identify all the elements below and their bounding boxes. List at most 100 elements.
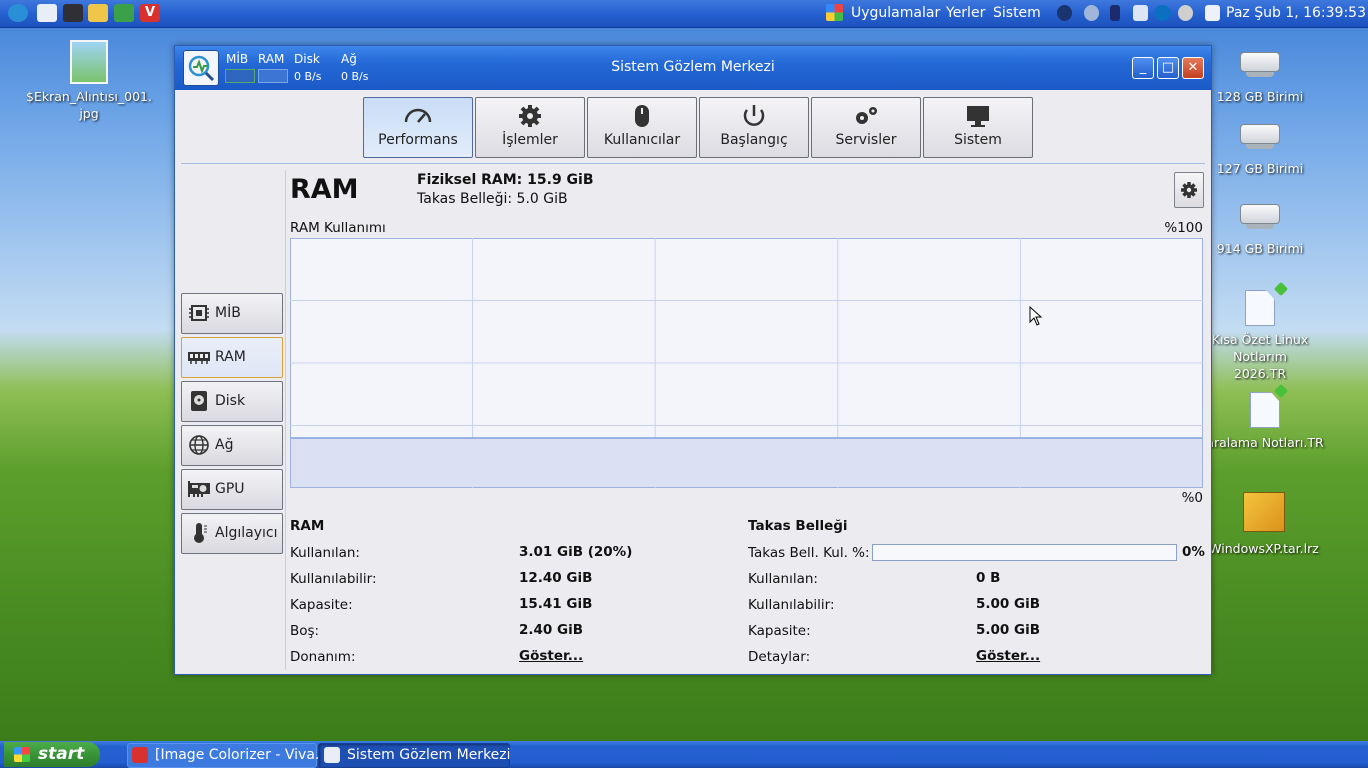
monitor-icon [967, 106, 989, 127]
swap-used-label: Kullanılan: [748, 571, 818, 587]
ram-free-label: Boş: [290, 623, 320, 639]
sidebar-item-disk[interactable]: Disk [181, 381, 283, 422]
menu-applications[interactable]: Uygulamalar [851, 5, 940, 21]
desktop-drive-128[interactable]: 128 GB Birimi [1212, 52, 1308, 105]
vivaldi-icon[interactable]: V [140, 4, 160, 22]
swap-usage-value: 0% [1182, 544, 1205, 560]
sidebar-item-ram[interactable]: RAM [181, 337, 283, 378]
settings-button[interactable] [1174, 172, 1204, 208]
globe-icon [189, 435, 209, 455]
tab-label: Kullanıcılar [603, 132, 681, 148]
swap-stats-heading: Takas Belleği [748, 518, 848, 534]
terminal-icon[interactable] [63, 4, 83, 22]
mouse-cursor-icon [1029, 306, 1043, 326]
battery-icon[interactable] [1110, 5, 1120, 21]
clock[interactable]: Paz Şub 1, 16:39:53 [1226, 5, 1366, 21]
tab-users[interactable]: Kullanıcılar [587, 97, 697, 158]
sidebar-item-sensors[interactable]: Algılayıcı [181, 513, 283, 554]
desktop-note-aralama[interactable]: aralama Notları.TR [1206, 383, 1324, 451]
tab-label: Performans [378, 132, 458, 148]
tab-label: Servisler [835, 132, 897, 148]
window-list-icon[interactable] [1133, 5, 1148, 21]
drive-icon [1240, 52, 1280, 77]
sidebar-item-cpu[interactable]: MİB [181, 293, 283, 334]
drive-label: 128 GB Birimi [1216, 89, 1304, 104]
ram-usage-graph [290, 238, 1203, 488]
taskbar-item-system-monitor[interactable]: Sistem Gözlem Merkezi [318, 743, 511, 768]
sidebar-item-network[interactable]: Ağ [181, 425, 283, 466]
tab-label: Başlangıç [720, 132, 788, 148]
tab-system[interactable]: Sistem [923, 97, 1033, 158]
drive-label: 914 GB Birimi [1216, 241, 1304, 256]
graph-min-label: %0 [1181, 490, 1203, 506]
tab-separator [181, 163, 1205, 164]
swap-details-link[interactable]: Göster... [976, 648, 1040, 664]
windows-logo-icon [14, 747, 30, 762]
start-button[interactable]: start [4, 742, 100, 767]
ram-hardware-label: Donanım: [290, 649, 356, 665]
image-file-icon [70, 40, 108, 84]
drive-icon [1240, 204, 1280, 229]
update-icon[interactable] [1084, 5, 1099, 21]
graph-title: RAM Kullanımı [290, 220, 386, 236]
sidebar-item-label: RAM [215, 349, 246, 365]
maximize-button[interactable]: □ [1157, 57, 1179, 79]
app-menu-icon[interactable] [8, 4, 28, 22]
tab-label: Sistem [954, 132, 1002, 148]
sidebar-item-label: Ağ [215, 437, 234, 453]
top-panel: V Uygulamalar Yerler Sistem Paz Şub 1, 1… [0, 0, 1368, 28]
system-monitor-window: MİB RAM Disk 0 B/s Ağ 0 B/s Sistem Gözle… [174, 45, 1212, 675]
swap-available-label: Kullanılabilir: [748, 597, 835, 613]
task-label: Sistem Gözlem Merkezi [347, 747, 511, 763]
swap-used-value: 0 B [976, 570, 1001, 586]
ram-hardware-link[interactable]: Göster... [519, 648, 583, 664]
desktop-drive-914[interactable]: 914 GB Birimi [1212, 204, 1308, 257]
network-icon[interactable] [1057, 5, 1072, 21]
tab-startup[interactable]: Başlangıç [699, 97, 809, 158]
calendar-icon[interactable] [1205, 5, 1220, 21]
swap-capacity-label: Kapasite: [748, 623, 811, 639]
taskbar: start [Image Colorizer - Viva... Sistem … [0, 741, 1368, 768]
device-sidebar: MİB RAM Disk Ağ GPU Algılayıcı [181, 293, 283, 557]
intel-icon[interactable] [1154, 5, 1171, 21]
chart-app-icon[interactable] [114, 4, 134, 22]
close-button[interactable]: ✕ [1182, 57, 1204, 79]
desktop-image-file[interactable]: $Ekran_Alıntısı_001. jpg [22, 40, 156, 122]
tab-performance[interactable]: Performans [363, 97, 473, 158]
ram-icon [188, 352, 210, 364]
file-name-label: $Ekran_Alıntısı_001. jpg [26, 89, 152, 121]
title-bar[interactable]: MİB RAM Disk 0 B/s Ağ 0 B/s Sistem Gözle… [175, 46, 1211, 90]
minimize-button[interactable]: _ [1132, 57, 1154, 79]
link-arrow-icon [1273, 281, 1289, 297]
desktop-archive[interactable]: WindowsXP.tar.lrz [1206, 492, 1322, 557]
gpu-icon [188, 481, 210, 497]
tab-services[interactable]: Servisler [811, 97, 921, 158]
ram-available-value: 12.40 GiB [519, 570, 593, 586]
drive-label: 127 GB Birimi [1216, 161, 1304, 176]
file-manager-icon[interactable] [37, 4, 57, 22]
graph-max-label: %100 [1164, 220, 1203, 236]
vivaldi-icon [132, 747, 148, 763]
taskbar-item-vivaldi[interactable]: [Image Colorizer - Viva... [127, 743, 328, 768]
swap-usage-bar [872, 544, 1177, 561]
swap-usage-label: Takas Bell. Kul. %: [748, 545, 870, 561]
sidebar-item-gpu[interactable]: GPU [181, 469, 283, 510]
document-icon [1245, 290, 1275, 326]
menu-places[interactable]: Yerler [946, 5, 985, 21]
volume-icon[interactable] [1178, 5, 1193, 21]
tab-label: İşlemler [502, 132, 558, 148]
menu-system[interactable]: Sistem [993, 5, 1041, 21]
ram-stats-heading: RAM [290, 518, 325, 534]
tab-processes[interactable]: İşlemler [475, 97, 585, 158]
swap-size: Takas Belleği: 5.0 GiB [417, 191, 568, 207]
desktop-note-linux[interactable]: Kısa Özet Linux Notlarım 2026.TR [1206, 281, 1314, 382]
thermometer-icon [194, 523, 207, 543]
power-icon [743, 105, 765, 126]
archive-label: WindowsXP.tar.lrz [1209, 541, 1319, 556]
ram-capacity-label: Kapasite: [290, 597, 353, 613]
ram-available-label: Kullanılabilir: [290, 571, 377, 587]
desktop-drive-127[interactable]: 127 GB Birimi [1212, 124, 1308, 177]
cpu-icon [189, 305, 209, 321]
folder-icon[interactable] [88, 4, 108, 22]
main-tabs: Performans İşlemler Kullanıcılar Başlang… [363, 97, 1035, 158]
